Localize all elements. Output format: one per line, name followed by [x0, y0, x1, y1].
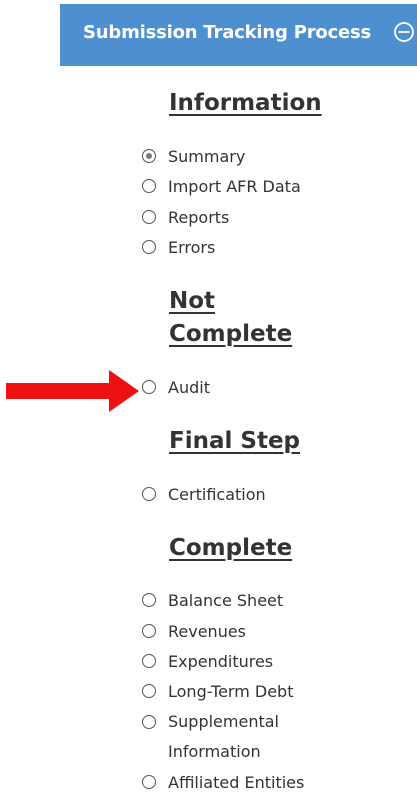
option-label: Reports: [168, 207, 230, 227]
option-summary[interactable]: Summary: [142, 144, 245, 168]
option-revenues[interactable]: Revenues: [142, 619, 246, 643]
radio-icon[interactable]: [142, 210, 156, 224]
option-affiliated-entities[interactable]: Affiliated Entities: [142, 770, 304, 794]
option-audit[interactable]: Audit: [142, 375, 210, 399]
option-reports[interactable]: Reports: [142, 205, 229, 229]
option-certification[interactable]: Certification: [142, 482, 266, 506]
option-label: Affiliated Entities: [168, 772, 305, 792]
radio-icon[interactable]: [142, 487, 156, 501]
option-balance-sheet[interactable]: Balance Sheet: [142, 588, 283, 612]
radio-icon[interactable]: [142, 179, 156, 193]
heading-not-complete-line2: Complete: [169, 321, 293, 347]
option-label: Revenues: [168, 621, 247, 641]
option-label: Summary: [168, 146, 246, 166]
option-label: Supplemental Information: [168, 712, 279, 761]
option-import-afr-data[interactable]: Import AFR Data: [142, 174, 301, 198]
radio-icon[interactable]: [142, 380, 156, 394]
radio-icon[interactable]: [142, 654, 156, 668]
radio-icon[interactable]: [142, 593, 156, 607]
heading-information: Information: [169, 90, 322, 116]
option-label: Balance Sheet: [168, 590, 284, 610]
heading-final-step: Final Step: [169, 428, 301, 454]
radio-icon[interactable]: [142, 240, 156, 254]
radio-icon[interactable]: [142, 684, 156, 698]
minus-circle-icon[interactable]: [393, 21, 415, 43]
option-long-term-debt[interactable]: Long-Term Debt: [142, 679, 293, 703]
option-label: Certification: [168, 484, 266, 504]
option-label: Import AFR Data: [168, 176, 301, 196]
radio-icon[interactable]: [142, 715, 156, 729]
option-supplemental-information[interactable]: Supplemental Information: [142, 710, 308, 767]
option-label: Long-Term Debt: [168, 681, 294, 701]
radio-icon[interactable]: [142, 624, 156, 638]
panel-header: Submission Tracking Process: [60, 4, 417, 66]
red-arrow-right-icon: [6, 370, 139, 412]
header-title: Submission Tracking Process: [83, 22, 372, 43]
option-errors[interactable]: Errors: [142, 235, 215, 259]
option-label: Audit: [168, 377, 210, 397]
option-label: Expenditures: [168, 651, 274, 671]
radio-icon[interactable]: [142, 775, 156, 789]
heading-complete: Complete: [169, 535, 293, 561]
heading-not-complete-line1: Not: [169, 288, 216, 314]
radio-checked-icon[interactable]: [142, 149, 156, 163]
option-expenditures[interactable]: Expenditures: [142, 649, 273, 673]
option-label: Errors: [168, 237, 216, 257]
